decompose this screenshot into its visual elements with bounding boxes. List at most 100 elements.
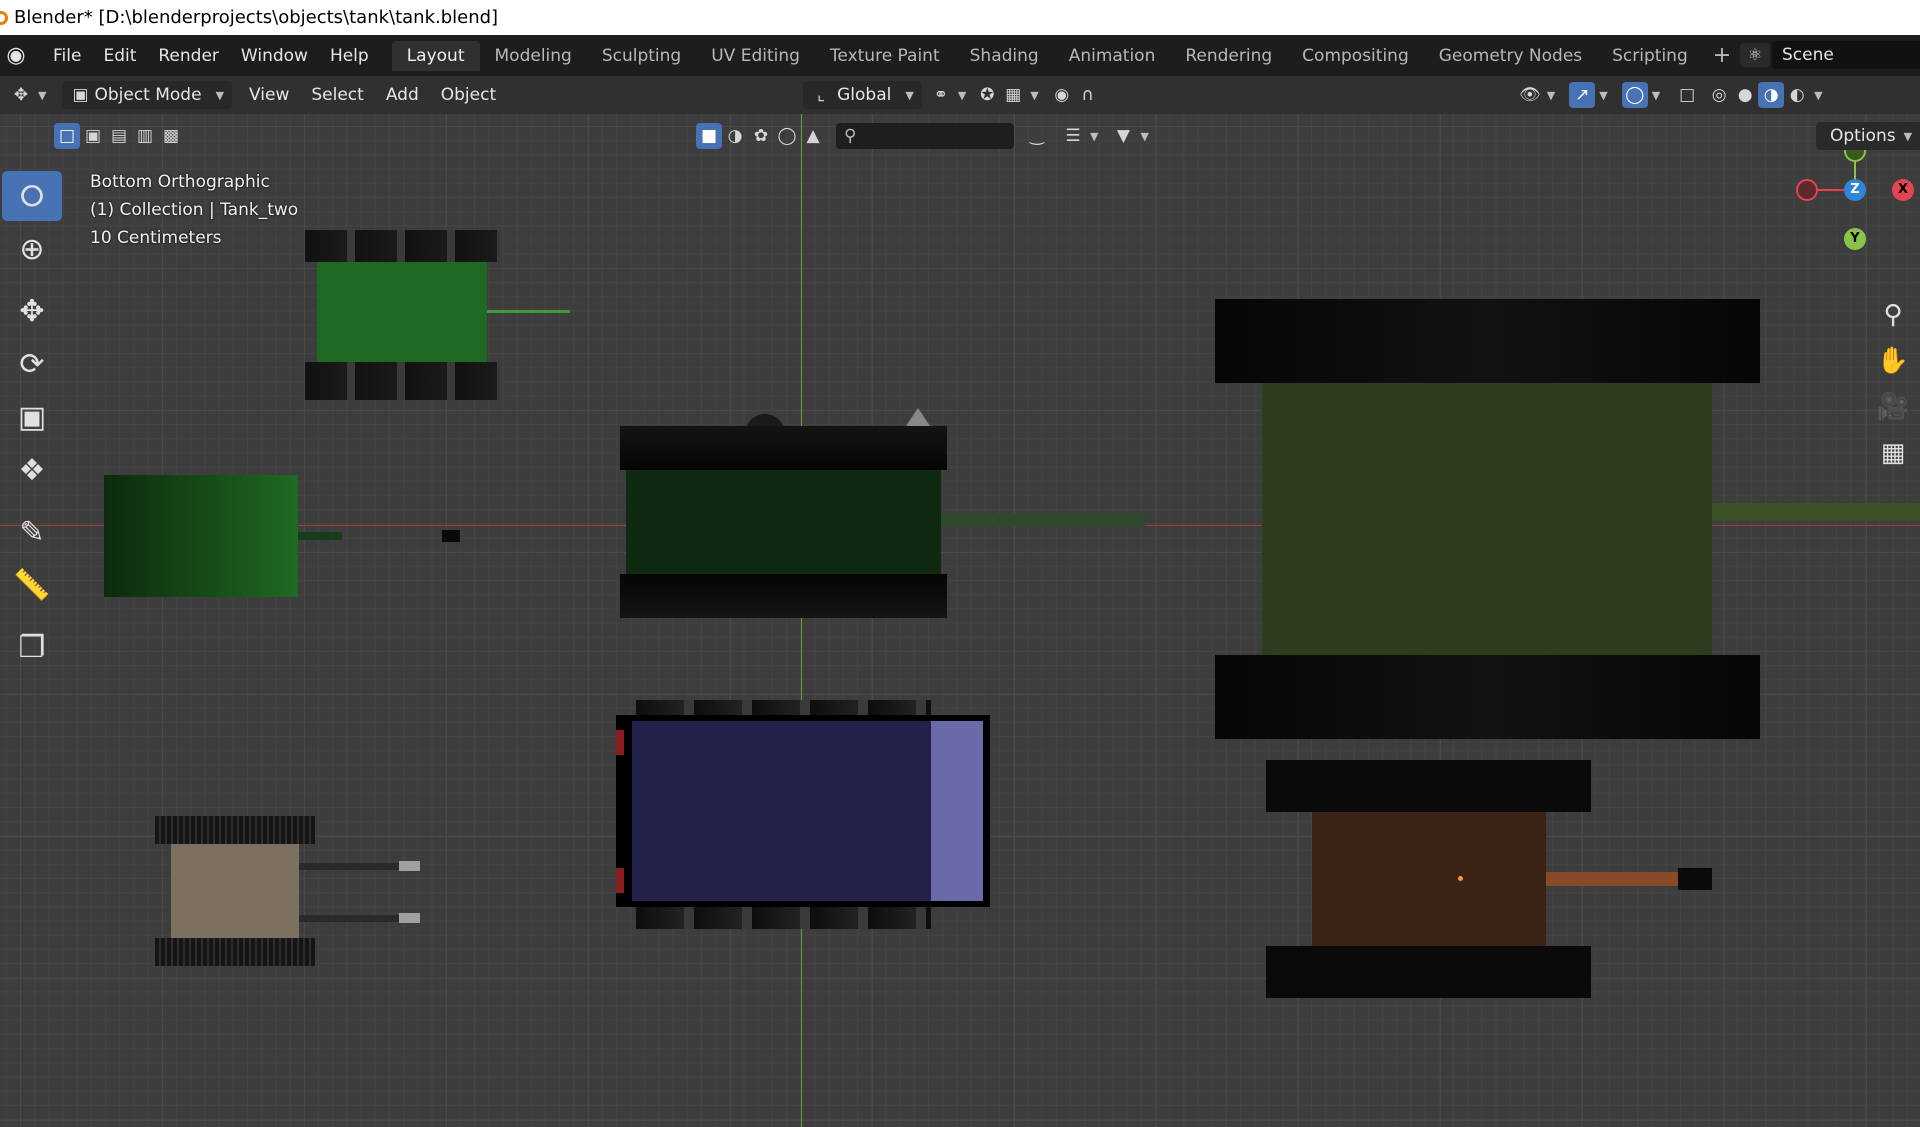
view-menu[interactable]: View: [238, 85, 300, 105]
select-subtract-icon[interactable]: ▤: [106, 123, 132, 149]
proportional-falloff-icon[interactable]: ∩: [1075, 82, 1101, 108]
camera-icon[interactable]: 🎥: [1872, 386, 1914, 428]
select-new-icon[interactable]: □: [54, 123, 80, 149]
scene-icon[interactable]: ⚛: [1740, 43, 1770, 67]
gun-barrel: [1546, 872, 1678, 886]
filter-mesh-icon[interactable]: ◑: [722, 123, 748, 149]
curve-icon[interactable]: ‿: [1024, 123, 1050, 149]
editor-type-icon[interactable]: ✥: [8, 82, 34, 108]
tab-sculpting[interactable]: Sculpting: [587, 41, 696, 71]
search-input[interactable]: ⚲: [836, 123, 1014, 149]
view-name-label: Bottom Orthographic: [90, 172, 270, 192]
tab-scripting[interactable]: Scripting: [1597, 41, 1703, 71]
snap-increment-icon[interactable]: ▦: [1000, 82, 1026, 108]
top-bar: ◉ File Edit Render Window Help Layout Mo…: [0, 35, 1920, 76]
track: [1215, 299, 1760, 383]
select-invert-icon[interactable]: ▥: [132, 123, 158, 149]
hull: [317, 262, 487, 362]
3d-viewport[interactable]: Z X Y: [0, 114, 1920, 1127]
tab-layout[interactable]: Layout: [391, 40, 480, 71]
pivot-point-icon[interactable]: ⚭: [928, 82, 954, 108]
scene-name-field[interactable]: Scene: [1772, 41, 1920, 69]
filter-other-icon[interactable]: ▲: [800, 123, 826, 149]
tab-rendering[interactable]: Rendering: [1170, 41, 1287, 71]
tank-object-olive-large[interactable]: [1215, 299, 1920, 739]
tab-animation[interactable]: Animation: [1054, 41, 1171, 71]
cursor-tool-icon[interactable]: ⊕: [2, 224, 62, 274]
filter-light-icon[interactable]: ✿: [748, 123, 774, 149]
object-mode-dropdown[interactable]: ▣ Object Mode ▼: [62, 81, 233, 109]
muzzle: [1678, 868, 1712, 890]
gizmo-x-icon[interactable]: X: [1892, 179, 1914, 201]
object-mode-label: Object Mode: [94, 85, 202, 105]
grid-icon[interactable]: ▦: [1872, 432, 1914, 474]
tank-object-beige[interactable]: [155, 816, 420, 966]
object-menu[interactable]: Object: [430, 85, 507, 105]
gizmo-z-icon[interactable]: Z: [1844, 179, 1866, 201]
chevron-down-icon: ▼: [1140, 129, 1149, 143]
rendered-shading-icon[interactable]: ◐: [1784, 82, 1810, 108]
measure-tool-icon[interactable]: 📏: [2, 560, 62, 610]
add-menu[interactable]: Add: [375, 85, 430, 105]
add-cube-tool-icon[interactable]: ❐: [2, 622, 62, 672]
tab-modeling[interactable]: Modeling: [480, 41, 587, 71]
select-menu[interactable]: Select: [300, 85, 374, 105]
tab-texture-paint[interactable]: Texture Paint: [815, 41, 955, 71]
options-dropdown[interactable]: Options ▼: [1816, 122, 1920, 150]
tank-object-brown[interactable]: [1266, 760, 1712, 998]
transform-orientation-dropdown[interactable]: ⌞ Global ▼: [803, 81, 922, 109]
muzzle: [399, 913, 420, 923]
tree-options-icon[interactable]: ☰: [1060, 123, 1086, 149]
tab-geometry-nodes[interactable]: Geometry Nodes: [1424, 41, 1597, 71]
wireframe-shading-icon[interactable]: ◎: [1706, 82, 1732, 108]
gun-barrel: [299, 863, 399, 870]
select-mode-icon[interactable]: ■: [696, 123, 722, 149]
tank-object-center[interactable]: [620, 408, 1145, 618]
tab-uv-editing[interactable]: UV Editing: [696, 41, 815, 71]
select-intersect-icon[interactable]: ▩: [158, 123, 184, 149]
pan-hand-icon[interactable]: ✋: [1872, 340, 1914, 382]
solid-shading-icon[interactable]: ●: [1732, 82, 1758, 108]
gizmo-y-icon[interactable]: Y: [1844, 228, 1866, 250]
chevron-down-icon: ▼: [1814, 88, 1823, 102]
track: [155, 816, 315, 844]
tail-light: [616, 868, 624, 893]
rotate-tool-icon[interactable]: ⟳: [2, 339, 62, 389]
front-plate: [931, 721, 983, 901]
tab-compositing[interactable]: Compositing: [1287, 41, 1424, 71]
menu-help[interactable]: Help: [319, 46, 380, 66]
visibility-eye-icon[interactable]: 👁: [1517, 82, 1543, 108]
viewport-info: Bottom Orthographic (1) Collection | Tan…: [90, 168, 298, 252]
transform-tool-icon[interactable]: ❖: [2, 445, 62, 495]
proportional-editing-icon[interactable]: ◉: [1049, 82, 1075, 108]
select-box-tool-icon[interactable]: ⭘: [2, 171, 62, 221]
gun-barrel: [299, 915, 399, 922]
xray-toggle-icon[interactable]: □: [1674, 82, 1700, 108]
tank-object-dark-green[interactable]: [104, 475, 460, 597]
filter-world-icon[interactable]: ◯: [774, 123, 800, 149]
menu-file[interactable]: File: [42, 46, 92, 66]
select-extend-icon[interactable]: ▣: [80, 123, 106, 149]
tank-object-green-small[interactable]: [305, 230, 570, 400]
annotate-tool-icon[interactable]: ✎: [2, 507, 62, 557]
scale-tool-icon[interactable]: ▣: [2, 392, 62, 442]
menu-render[interactable]: Render: [147, 46, 230, 66]
chevron-down-icon: ▼: [1599, 88, 1608, 102]
blender-menu-icon[interactable]: ◉: [4, 43, 28, 68]
hull: [626, 470, 941, 574]
gizmo-toggle-icon[interactable]: ↗: [1569, 82, 1596, 108]
tank-object-blue[interactable]: [616, 700, 990, 929]
scene-selector: ⚛ Scene: [1740, 40, 1920, 70]
menu-edit[interactable]: Edit: [92, 46, 147, 66]
move-tool-icon[interactable]: ✥: [2, 286, 62, 336]
add-workspace-icon[interactable]: +: [1703, 43, 1741, 68]
material-preview-shading-icon[interactable]: ◑: [1758, 82, 1785, 108]
overlays-toggle-icon[interactable]: ◯: [1621, 82, 1648, 108]
gizmo-neg-x-icon[interactable]: [1796, 179, 1818, 201]
gun-barrel: [487, 310, 570, 313]
filter-icon[interactable]: ▼: [1110, 123, 1136, 149]
snap-icon[interactable]: ✪: [974, 82, 1000, 108]
zoom-icon[interactable]: ⚲: [1872, 294, 1914, 336]
menu-window[interactable]: Window: [230, 46, 319, 66]
tab-shading[interactable]: Shading: [955, 41, 1054, 71]
